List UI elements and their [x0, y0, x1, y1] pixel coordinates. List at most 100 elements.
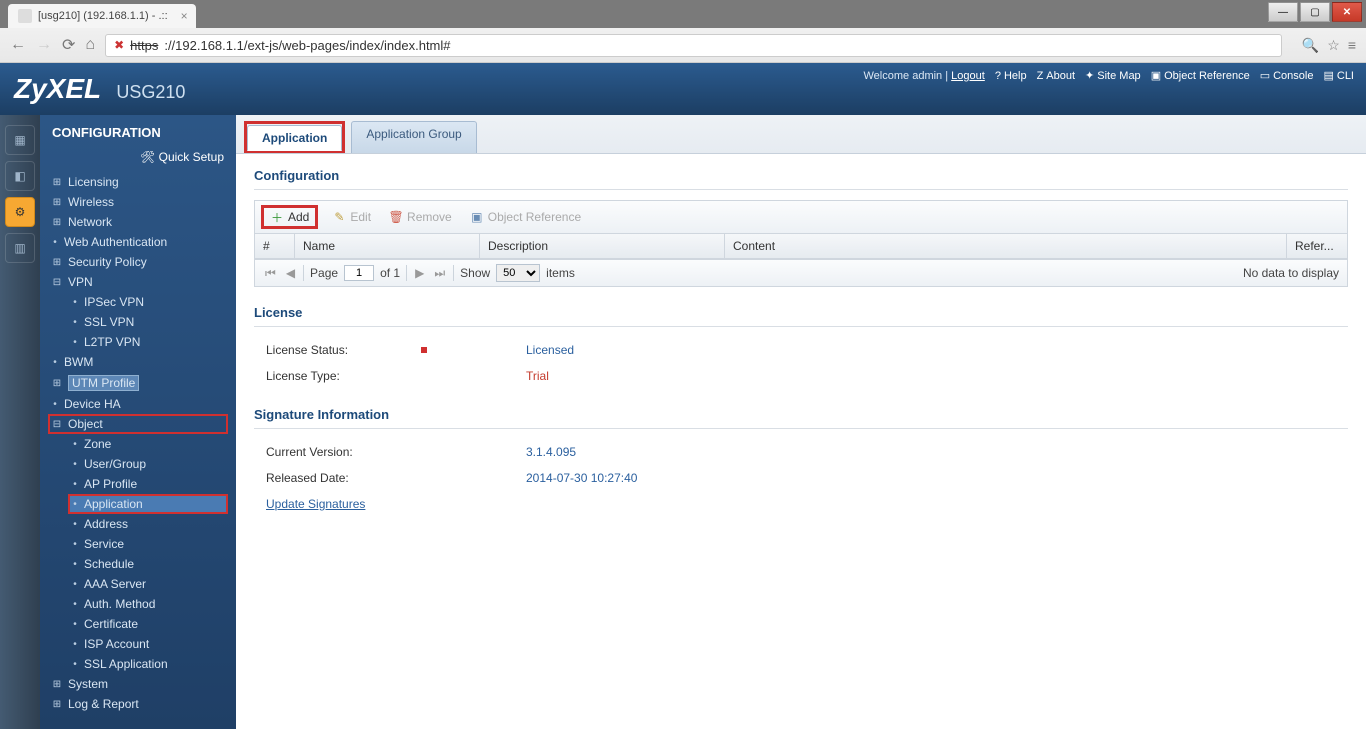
- pager-pagesize-select[interactable]: 50: [496, 264, 540, 282]
- pager-last-icon[interactable]: ⏭: [432, 266, 447, 281]
- bookmark-icon[interactable]: ☆: [1327, 37, 1340, 54]
- browser-tab-title: [usg210] (192.168.1.1) - .::: [38, 10, 168, 22]
- sidebar-item-certificate[interactable]: •Certificate: [68, 614, 228, 634]
- add-icon: ＋: [270, 210, 284, 224]
- browser-tab[interactable]: [usg210] (192.168.1.1) - .:: ×: [8, 4, 196, 28]
- quick-setup-link[interactable]: 🛠 Quick Setup: [40, 146, 236, 172]
- tab-close-icon[interactable]: ×: [181, 9, 188, 23]
- sidebar-item-l2tp[interactable]: •L2TP VPN: [68, 332, 228, 352]
- app-body: ▦ ◧ ⚙ ▥ CONFIGURATION 🛠 Quick Setup ⊞Lic…: [0, 115, 1366, 729]
- forward-icon[interactable]: →: [36, 36, 52, 54]
- console-link[interactable]: ▭Console: [1260, 69, 1314, 82]
- logout-link[interactable]: Logout: [951, 70, 985, 82]
- sitemap-icon: ✦: [1085, 69, 1094, 82]
- sidebar-item-aaa[interactable]: •AAA Server: [68, 574, 228, 594]
- remove-button: 🗑Remove: [385, 208, 456, 226]
- sitemap-link[interactable]: ✦Site Map: [1085, 69, 1141, 82]
- url-rest: ://192.168.1.1/ext-js/web-pages/index/in…: [164, 38, 450, 53]
- url-bar-actions: 🔍 ☆ ≡: [1302, 37, 1356, 54]
- bullet-icon: •: [52, 237, 58, 248]
- add-button[interactable]: ＋Add: [266, 208, 313, 226]
- bullet-icon: •: [72, 479, 78, 490]
- sidebar-item-bwm[interactable]: •BWM: [48, 352, 228, 372]
- tab-application-group[interactable]: Application Group: [351, 121, 476, 153]
- col-name[interactable]: Name: [295, 234, 480, 258]
- sidebar-item-approfile[interactable]: •AP Profile: [68, 474, 228, 494]
- sidebar-item-webauth[interactable]: •Web Authentication: [48, 232, 228, 252]
- sidebar-item-service[interactable]: •Service: [68, 534, 228, 554]
- rail-monitor[interactable]: ◧: [5, 161, 35, 191]
- bullet-icon: •: [72, 579, 78, 590]
- sig-update-row: Update Signatures: [254, 491, 1348, 517]
- tab-application[interactable]: Application: [247, 125, 342, 151]
- sidebar-item-application[interactable]: •Application: [68, 494, 228, 514]
- pager-show-label: Show: [460, 266, 490, 280]
- sidebar-item-schedule[interactable]: •Schedule: [68, 554, 228, 574]
- col-content[interactable]: Content: [725, 234, 1287, 258]
- help-icon: ?: [995, 70, 1001, 82]
- pager-next-icon[interactable]: ▶: [413, 266, 426, 280]
- sig-version-label: Current Version:: [266, 445, 526, 459]
- tabs: Application Application Group: [236, 115, 1366, 154]
- browser-tab-bar: [usg210] (192.168.1.1) - .:: × — ▢ ✕: [0, 0, 1366, 28]
- sidebar-item-usergroup[interactable]: •User/Group: [68, 454, 228, 474]
- sidebar-item-address[interactable]: •Address: [68, 514, 228, 534]
- sidebar-item-sslapp[interactable]: •SSL Application: [68, 654, 228, 674]
- url-bar[interactable]: ✖ https://192.168.1.1/ext-js/web-pages/i…: [105, 34, 1282, 57]
- sidebar-item-utm[interactable]: ⊞UTM Profile: [48, 372, 228, 394]
- cli-link[interactable]: ▤CLI: [1323, 69, 1354, 82]
- divider: [254, 326, 1348, 327]
- nav-tree: ⊞Licensing ⊞Wireless ⊞Network •Web Authe…: [40, 172, 236, 729]
- window-maximize-button[interactable]: ▢: [1300, 2, 1330, 22]
- bullet-icon: •: [72, 619, 78, 630]
- sidebar-item-zone[interactable]: •Zone: [68, 434, 228, 454]
- sidebar-item-object[interactable]: ⊟Object: [48, 414, 228, 434]
- red-dot-icon: [421, 347, 427, 353]
- col-description[interactable]: Description: [480, 234, 725, 258]
- sidebar-item-security[interactable]: ⊞Security Policy: [48, 252, 228, 272]
- objref-button: ▣Object Reference: [466, 208, 585, 226]
- sidebar-item-system[interactable]: ⊞System: [48, 674, 228, 694]
- window-controls: — ▢ ✕: [1268, 2, 1362, 22]
- sidebar-item-network[interactable]: ⊞Network: [48, 212, 228, 232]
- about-link[interactable]: ZAbout: [1037, 70, 1075, 82]
- pager-page-label: Page: [310, 266, 338, 280]
- rail-maintenance[interactable]: ▥: [5, 233, 35, 263]
- col-refer[interactable]: Refer...: [1287, 234, 1347, 258]
- license-status-row: License Status: Licensed: [254, 337, 1348, 363]
- bullet-icon: •: [72, 499, 78, 510]
- insecure-icon: ✖: [114, 38, 124, 52]
- about-icon: Z: [1037, 70, 1044, 82]
- license-status-value: Licensed: [526, 343, 574, 357]
- menu-icon[interactable]: ≡: [1348, 37, 1356, 54]
- reference-icon: ▣: [470, 210, 484, 224]
- rail-config[interactable]: ⚙: [5, 197, 35, 227]
- sidebar-item-vpn[interactable]: ⊟VPN: [48, 272, 228, 292]
- pager-prev-icon[interactable]: ◀: [284, 266, 297, 280]
- pager-page-input[interactable]: [344, 265, 374, 281]
- window-minimize-button[interactable]: —: [1268, 2, 1298, 22]
- bullet-icon: •: [72, 639, 78, 650]
- search-icon[interactable]: 🔍: [1302, 37, 1319, 54]
- sidebar-item-ispaccount[interactable]: •ISP Account: [68, 634, 228, 654]
- sidebar-item-logreport[interactable]: ⊞Log & Report: [48, 694, 228, 714]
- rail-dashboard[interactable]: ▦: [5, 125, 35, 155]
- sidebar-item-licensing[interactable]: ⊞Licensing: [48, 172, 228, 192]
- col-num[interactable]: #: [255, 234, 295, 258]
- home-icon[interactable]: ⌂: [85, 36, 95, 54]
- sidebar-item-ipsec[interactable]: •IPSec VPN: [68, 292, 228, 312]
- section-signature: Signature Information: [254, 407, 1348, 422]
- sidebar-item-deviceha[interactable]: •Device HA: [48, 394, 228, 414]
- reload-icon[interactable]: ⟳: [62, 35, 75, 55]
- objref-link[interactable]: ▣Object Reference: [1151, 69, 1250, 82]
- sidebar-item-authmethod[interactable]: •Auth. Method: [68, 594, 228, 614]
- browser-nav-bar: ← → ⟳ ⌂ ✖ https://192.168.1.1/ext-js/web…: [0, 28, 1366, 62]
- back-icon[interactable]: ←: [10, 36, 26, 54]
- update-signatures-link[interactable]: Update Signatures: [266, 497, 365, 511]
- window-close-button[interactable]: ✕: [1332, 2, 1362, 22]
- pager-first-icon[interactable]: ⏮: [263, 266, 278, 281]
- sidebar-item-wireless[interactable]: ⊞Wireless: [48, 192, 228, 212]
- sidebar-item-sslvpn[interactable]: •SSL VPN: [68, 312, 228, 332]
- help-link[interactable]: ?Help: [995, 70, 1027, 82]
- app-header: ZyXEL USG210 Welcome admin | Logout ?Hel…: [0, 63, 1366, 115]
